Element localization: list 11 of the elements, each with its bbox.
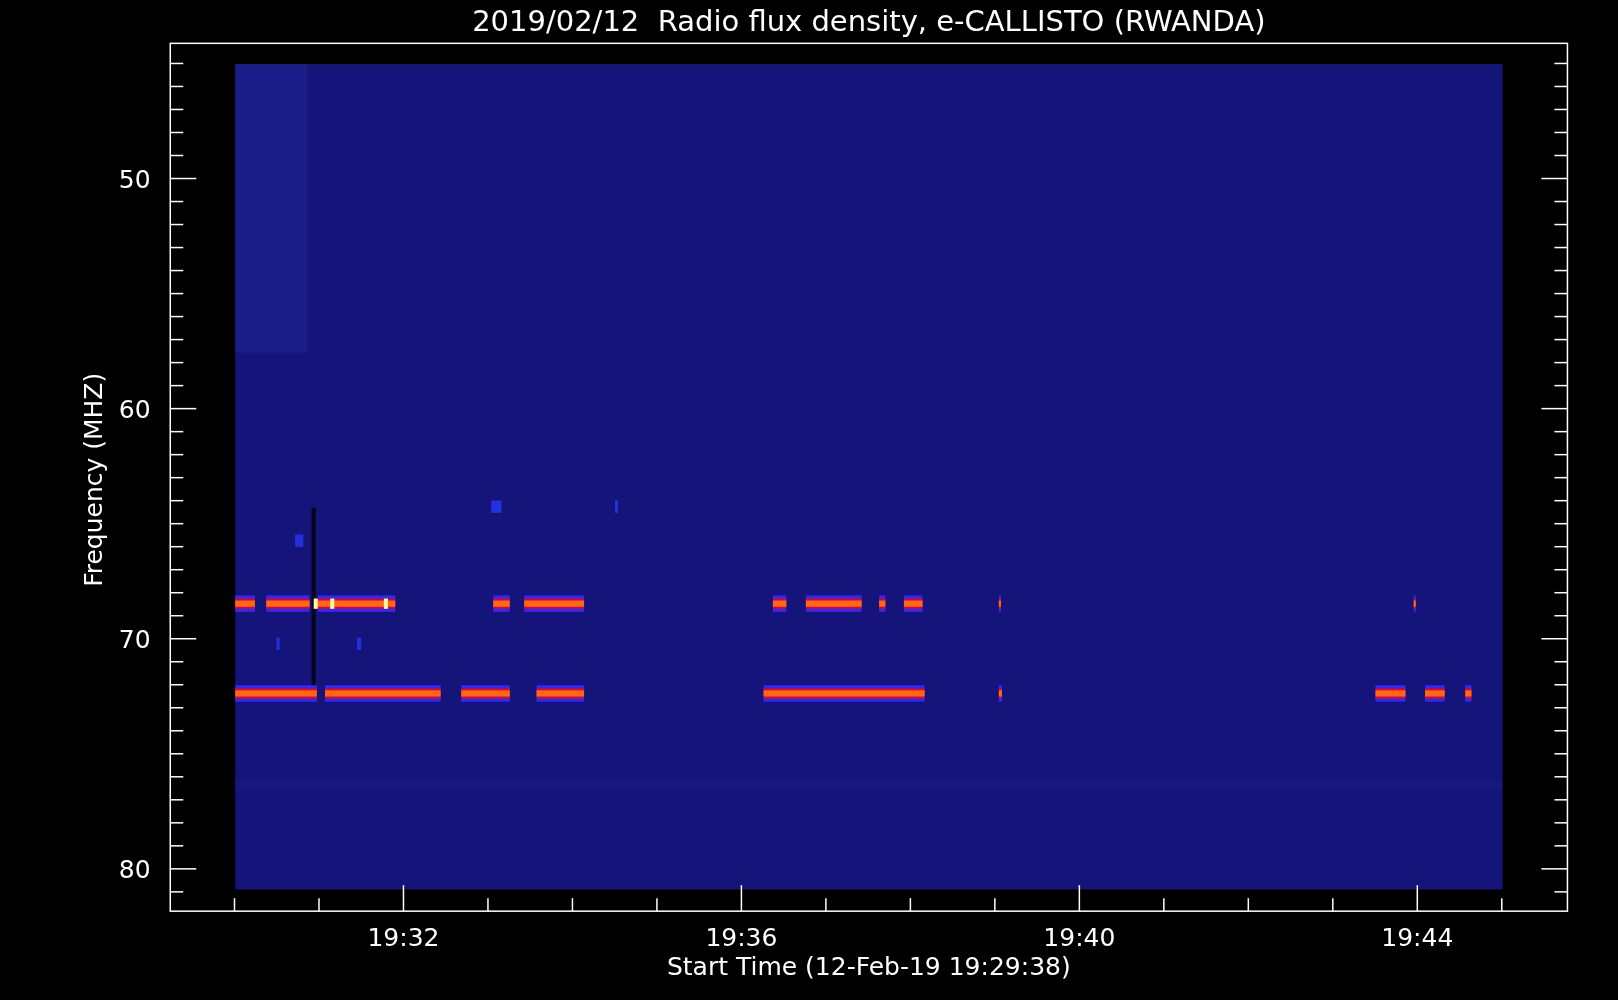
chart-title: 2019/02/12 Radio flux density, e-CALLISTO (RWANDA)	[472, 3, 1266, 38]
x-axis-label: Start Time (12-Feb-19 19:29:38)	[666, 952, 1071, 982]
y-tick-label: 50	[118, 164, 151, 194]
x-tick-label: 19:36	[705, 923, 778, 953]
x-tick-label: 19:40	[1043, 923, 1116, 953]
y-tick-label: 80	[118, 854, 151, 884]
y-tick-label: 60	[118, 394, 151, 424]
x-tick-label: 19:32	[367, 923, 440, 953]
y-tick-label: 70	[118, 624, 151, 654]
y-axis-label: Frequency (MHZ)	[79, 372, 109, 587]
x-tick-label: 19:44	[1381, 923, 1454, 953]
